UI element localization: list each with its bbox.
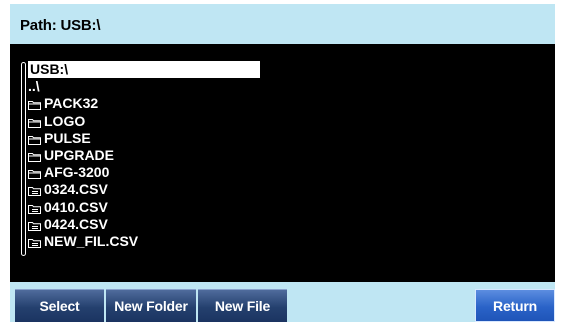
- file-row[interactable]: NEW_FIL.CSV: [28, 233, 260, 250]
- file-row-selected[interactable]: USB:\: [28, 61, 260, 79]
- return-button[interactable]: Return: [475, 289, 555, 322]
- folder-icon: [28, 135, 41, 145]
- file-name: PULSE: [44, 129, 91, 146]
- file-row[interactable]: UPGRADE: [28, 147, 260, 164]
- select-button[interactable]: Select: [15, 289, 104, 322]
- file-name: LOGO: [44, 112, 86, 129]
- file-list-panel: USB:\ ..\ PACK32 LOGO PULSE UPGRADE AFG-3200 03…: [10, 44, 555, 282]
- folder-icon: [28, 169, 41, 180]
- file-icon: [28, 186, 41, 197]
- file-icon: [28, 204, 41, 214]
- file-name: AFG-3200: [44, 164, 110, 181]
- path-header: Path: USB:\: [10, 4, 555, 44]
- softkey-bar: Select New Folder New File Return: [10, 282, 555, 322]
- path-label: Path: USB:\: [20, 17, 101, 34]
- file-name: USB:\: [30, 61, 69, 77]
- folder-icon: [28, 100, 41, 111]
- file-row[interactable]: ..\: [28, 78, 260, 95]
- file-name: 0410.CSV: [44, 198, 108, 215]
- folder-icon: [28, 152, 41, 162]
- file-name: NEW_FIL.CSV: [44, 232, 139, 249]
- file-row[interactable]: AFG-3200: [28, 164, 260, 181]
- new-folder-button[interactable]: New Folder: [106, 289, 196, 322]
- scrollbar[interactable]: [21, 62, 26, 256]
- file-browser-screen: Path: USB:\ USB:\ ..\ PACK32 LOGO PULSE UPGRA…: [0, 0, 565, 324]
- file-name: ..\: [28, 78, 40, 95]
- file-icon: [28, 238, 41, 248]
- file-name: UPGRADE: [44, 146, 115, 163]
- file-row[interactable]: PULSE: [28, 130, 260, 147]
- file-name: 0324.CSV: [44, 181, 108, 198]
- file-icon: [28, 221, 41, 231]
- file-name: PACK32: [44, 95, 99, 112]
- file-row[interactable]: LOGO: [28, 113, 260, 130]
- file-list: USB:\ ..\ PACK32 LOGO PULSE UPGRADE AFG-3200 03…: [28, 61, 260, 250]
- folder-icon: [28, 118, 41, 128]
- file-row[interactable]: PACK32: [28, 95, 260, 112]
- file-name: 0424.CSV: [44, 215, 108, 232]
- file-row[interactable]: 0324.CSV: [28, 181, 260, 198]
- file-row[interactable]: 0424.CSV: [28, 216, 260, 233]
- new-file-button[interactable]: New File: [198, 289, 287, 322]
- file-row[interactable]: 0410.CSV: [28, 199, 260, 216]
